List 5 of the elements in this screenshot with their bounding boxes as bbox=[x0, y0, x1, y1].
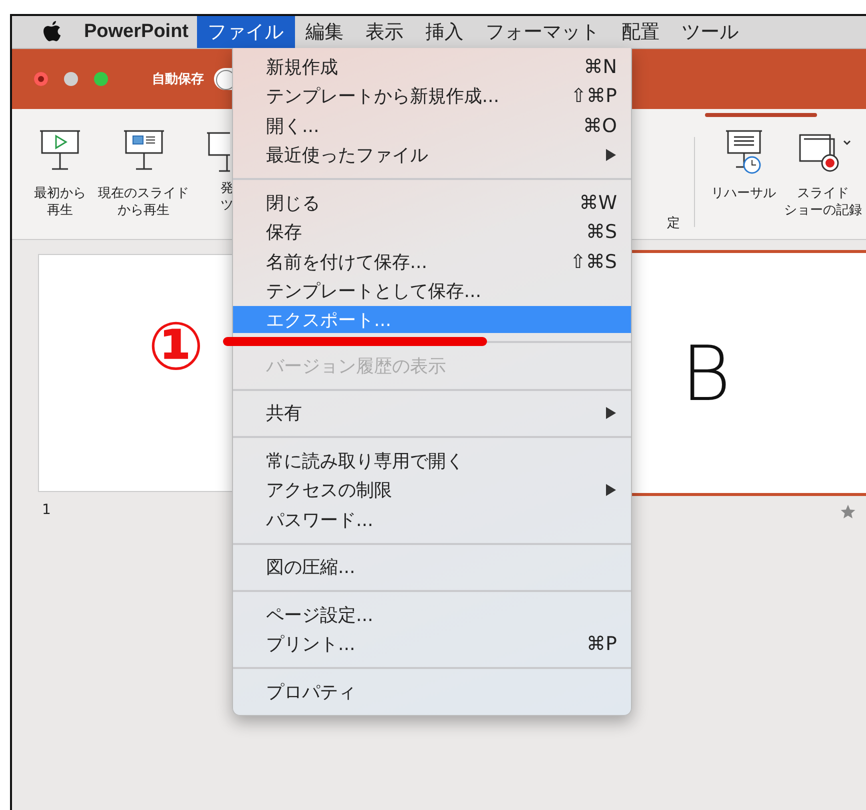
slide-text: B bbox=[681, 328, 731, 418]
ribbon-label: 定 bbox=[667, 215, 680, 232]
step-number: ① bbox=[148, 312, 204, 382]
autosave-label: 自動保存 bbox=[152, 71, 204, 88]
slide-number: 1 bbox=[42, 502, 52, 518]
